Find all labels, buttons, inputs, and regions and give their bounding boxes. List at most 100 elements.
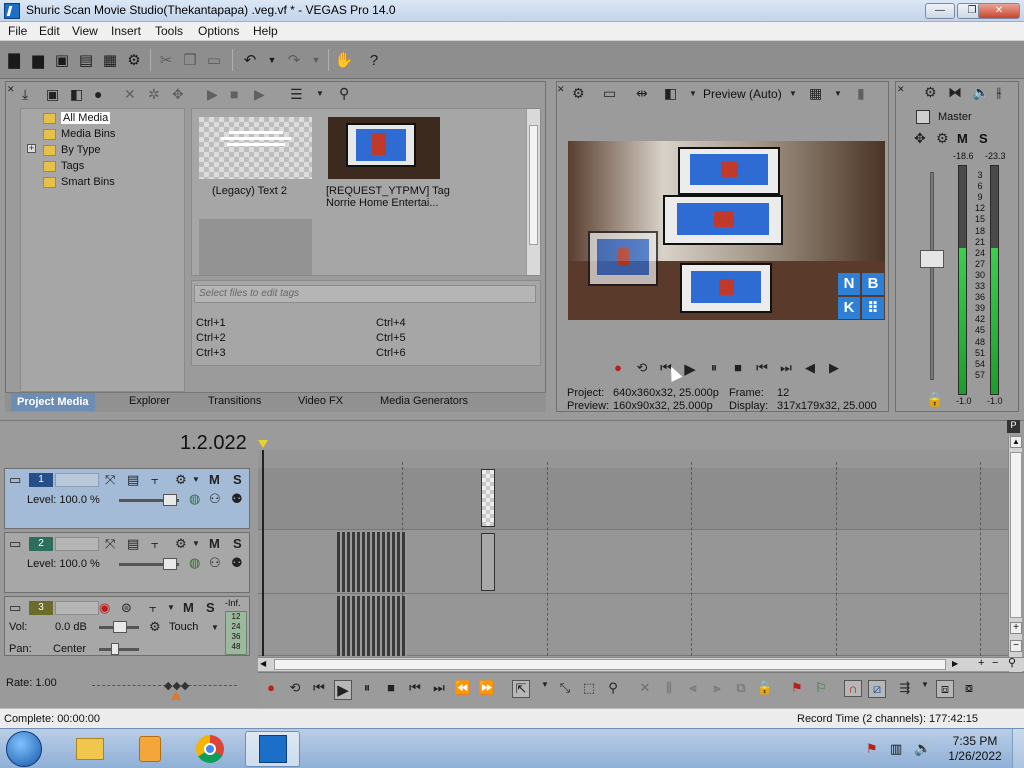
panel-close-icon[interactable]: ✕ (897, 84, 905, 95)
insert-marker-icon[interactable]: ⚑ (788, 680, 806, 696)
chrome-taskbar-icon[interactable] (182, 731, 237, 767)
composite-icon[interactable]: ⫟ (151, 536, 159, 552)
media-scrollbar[interactable] (526, 109, 540, 275)
views-icon[interactable]: ☰ (290, 86, 303, 103)
automation-mode[interactable]: Touch (169, 621, 198, 633)
panel-close-icon[interactable]: ✕ (7, 84, 15, 95)
track-fx-dropdown-icon[interactable]: ▼ (167, 603, 175, 612)
vscroll-thumb[interactable] (1010, 452, 1022, 618)
auto-preview-icon[interactable]: ▶ (254, 86, 265, 103)
redo-dropdown-icon[interactable]: ▼ (306, 50, 326, 70)
master-fx-icon[interactable]: ⚙ (924, 84, 937, 101)
previous-frame-icon[interactable]: ⏪ (454, 680, 472, 696)
save-as-icon[interactable]: ▤ (76, 50, 96, 70)
scroll-right-icon[interactable]: ▶ (952, 659, 963, 670)
collapse-track-icon[interactable]: ▭ (9, 536, 21, 552)
views-dropdown-icon[interactable]: ▼ (316, 89, 324, 98)
explorer-taskbar-icon[interactable] (62, 731, 117, 767)
stop-icon[interactable]: ■ (382, 680, 400, 695)
menu-options[interactable]: Options (198, 24, 239, 38)
tree-item-all-media[interactable]: All Media (43, 112, 111, 126)
zoom-in-vertical-icon[interactable]: + (1010, 622, 1022, 634)
scroll-up-icon[interactable]: ▲ (1010, 436, 1022, 448)
tab-project-media[interactable]: Project Media (11, 393, 95, 411)
master-mute-button[interactable]: M (957, 131, 968, 146)
tag-slot-ctrl4[interactable]: Ctrl+4 (376, 317, 406, 329)
video-event[interactable] (481, 469, 495, 527)
media-properties-icon[interactable]: ✥ (172, 86, 184, 103)
solo-button[interactable]: S (206, 600, 215, 615)
remove-media-icon[interactable]: ✕ (124, 86, 136, 103)
video-track-1-header[interactable]: ▭ 1 ⤧ ▤ ⫟ ⚙ ▼ M S Level: 100.0 % ◍ ⚇ ⚉ (4, 468, 250, 529)
play-from-start-icon[interactable]: ⏮ (310, 680, 328, 696)
overlays-icon[interactable]: ◧ (664, 85, 677, 102)
pan-crop-icon[interactable]: ▤ (127, 536, 139, 552)
hscroll-thumb[interactable] (274, 659, 946, 670)
mute-button[interactable]: M (183, 600, 194, 615)
go-to-end-icon[interactable]: ⏭ (430, 680, 448, 696)
master-fader-knob[interactable] (920, 250, 944, 268)
composite-parent-icon[interactable]: ⚇ (209, 555, 221, 571)
tag-slot-ctrl3[interactable]: Ctrl+3 (196, 347, 226, 359)
web-media-icon[interactable]: ● (94, 86, 102, 102)
volume-slider[interactable] (99, 621, 139, 633)
paste-icon[interactable]: ▭ (204, 50, 224, 70)
render-icon[interactable]: ▦ (100, 50, 120, 70)
collapse-track-icon[interactable]: ▭ (9, 600, 21, 616)
downmix-icon[interactable]: ⧓ (948, 84, 962, 101)
zoom-in-icon[interactable]: + (978, 658, 990, 670)
network-icon[interactable]: ▥ (890, 741, 902, 757)
stop-media-icon[interactable]: ■ (230, 86, 238, 102)
track-fx-dropdown-icon[interactable]: ▼ (192, 475, 200, 484)
pause-icon[interactable]: ⏸ (705, 360, 723, 376)
play-icon[interactable]: ▶ (681, 360, 699, 378)
loop-marker-icon[interactable] (258, 440, 268, 448)
audio-clip-strip[interactable] (337, 596, 407, 656)
insert-region-icon[interactable]: ⚐ (812, 680, 830, 696)
vegas-taskbar-icon[interactable] (245, 731, 300, 767)
lock-envelopes-icon[interactable]: ⧈ (936, 680, 954, 698)
external-monitor-icon[interactable]: ▭ (603, 85, 616, 102)
copy-snapshot-icon[interactable]: ▮ (857, 85, 865, 102)
track-name-field[interactable] (55, 601, 99, 615)
record-icon[interactable]: ● (609, 360, 627, 375)
go-to-end-icon[interactable]: ⏭ (777, 360, 795, 376)
composite-child-icon[interactable]: ⚉ (231, 491, 243, 507)
tab-explorer[interactable]: Explorer (129, 395, 170, 407)
lock-event-icon[interactable]: 🔒 (756, 680, 774, 696)
media-player-taskbar-icon[interactable] (122, 731, 177, 767)
preview-properties-icon[interactable]: ⚙ (572, 85, 585, 102)
composite-child-icon[interactable]: ⚉ (231, 555, 243, 571)
ripple-dropdown-icon[interactable]: ▼ (916, 680, 934, 689)
snapping-icon[interactable]: ∩ (844, 680, 862, 697)
show-desktop-button[interactable] (1012, 729, 1024, 768)
video-track-2-header[interactable]: ▭ 2 ⤧ ▤ ⫟ ⚙ ▼ M S Level: 100.0 % ◍ ⚇ ⚉ (4, 532, 250, 593)
media-thumb-empty[interactable] (199, 219, 312, 275)
mute-button[interactable]: M (209, 472, 220, 487)
split-screen-icon[interactable]: ⇹ (636, 85, 648, 102)
whats-this-icon[interactable]: ✋ (334, 50, 354, 70)
scroll-left-icon[interactable]: ◀ (260, 659, 271, 670)
tab-video-fx[interactable]: Video FX (298, 395, 343, 407)
menu-insert[interactable]: Insert (111, 24, 141, 38)
trim-start-icon[interactable]: ⫷ (684, 680, 702, 696)
tag-slot-ctrl1[interactable]: Ctrl+1 (196, 317, 226, 329)
zoom-out-icon[interactable]: − (992, 658, 1004, 670)
edit-tool-dropdown-icon[interactable]: ▼ (536, 680, 554, 689)
pan-slider[interactable] (99, 643, 139, 655)
properties-gear-icon[interactable]: ⚙ (124, 50, 144, 70)
panel-close-icon[interactable]: ✕ (557, 84, 565, 95)
get-media-icon[interactable]: ◧ (70, 86, 83, 103)
save-icon[interactable]: ▣ (52, 50, 72, 70)
menu-tools[interactable]: Tools (155, 24, 183, 38)
tree-item-smart-bins[interactable]: Smart Bins (43, 176, 115, 190)
tag-slot-ctrl6[interactable]: Ctrl+6 (376, 347, 406, 359)
compositing-mode-icon[interactable]: ◍ (189, 491, 200, 507)
menu-edit[interactable]: Edit (39, 24, 60, 38)
media-fx-icon[interactable]: ✲ (148, 86, 160, 103)
search-icon[interactable]: ⚲ (339, 85, 349, 102)
solo-button[interactable]: S (233, 536, 242, 551)
help-icon[interactable]: ? (364, 50, 384, 70)
tag-input[interactable]: Select files to edit tags (194, 285, 536, 303)
go-to-start-icon[interactable]: ⏮ (753, 360, 771, 376)
